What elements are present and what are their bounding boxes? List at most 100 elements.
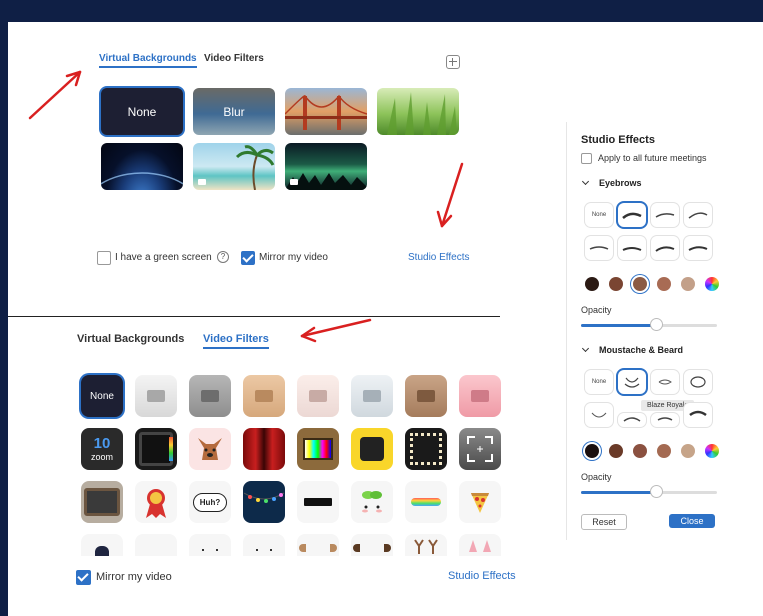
filter-award-ribbon[interactable] [135,481,177,523]
bear-ears-icon [299,544,337,552]
filter-emoji-frame[interactable] [351,428,393,470]
background-golden-gate[interactable] [285,88,367,135]
background-none[interactable]: None [101,88,183,135]
eyebrow-color-5[interactable] [681,277,695,291]
filter-speech-bubble[interactable]: Huh? [189,481,231,523]
eyebrow-style-5[interactable] [618,236,646,260]
filter-bear-ears[interactable] [297,534,339,556]
filter-tone-brown[interactable] [405,375,447,417]
mirror-video-checkbox-bottom[interactable] [76,570,91,585]
moustache-heading: Moustache & Beard [599,345,684,355]
eyebrow-color-1[interactable] [585,277,599,291]
moustache-style-6[interactable] [651,413,679,427]
filter-string-lights[interactable] [243,481,285,523]
huh-bubble: Huh? [192,492,228,512]
filter-tone-light[interactable] [135,375,177,417]
filter-tv-frame[interactable] [135,428,177,470]
eyebrow-style-2[interactable] [651,203,679,227]
moustache-none[interactable]: None [585,370,613,394]
mirror-video-checkbox-top[interactable] [241,251,255,265]
tab-video-filters-bottom[interactable]: Video Filters [203,333,269,349]
ribbon-icon [146,489,166,518]
filter-tone-blue[interactable] [351,375,393,417]
moustache-style-3[interactable] [684,370,712,394]
filter-pizza[interactable] [459,481,501,523]
background-none-label: None [127,104,157,119]
background-blur[interactable]: Blur [193,88,275,135]
eyebrow-color-3[interactable] [633,277,647,291]
moustache-style-7[interactable] [684,403,712,427]
eyebrow-color-rainbow[interactable] [705,277,719,291]
filter-tone-rose[interactable] [459,375,501,417]
beard-color-1[interactable] [585,444,599,458]
beard-opacity-label: Opacity [581,472,612,482]
filter-tone-pink[interactable] [297,375,339,417]
filter-tone-gray[interactable] [189,375,231,417]
beard-opacity-slider[interactable] [581,486,717,497]
filter-bulb-frame[interactable] [405,428,447,470]
filter-antlers[interactable] [405,534,447,556]
filter-row4-2[interactable] [135,534,177,556]
eyebrow-color-2[interactable] [609,277,623,291]
eyebrow-style-4[interactable] [585,236,613,260]
moustache-style-2[interactable] [651,370,679,394]
eyebrow-color-4[interactable] [657,277,671,291]
beard-color-3[interactable] [633,444,647,458]
tab-video-filters-top[interactable]: Video Filters [204,53,264,64]
apply-future-checkbox[interactable] [581,153,592,164]
eyebrow-opacity-knob[interactable] [651,319,662,330]
reset-button[interactable]: Reset [581,514,627,530]
eyebrow-style-6[interactable] [651,236,679,260]
filter-none[interactable]: None [81,375,123,417]
filter-rainbow-visor[interactable] [405,481,447,523]
background-aurora[interactable] [285,143,367,190]
eyebrow-style-1[interactable] [618,203,646,227]
chevron-down-icon[interactable] [581,344,590,353]
eyebrow-style-7[interactable] [684,236,712,260]
filter-theater-curtain[interactable] [243,428,285,470]
beard-opacity-knob[interactable] [651,486,662,497]
frame-image [139,432,173,466]
moustache-style-1[interactable] [618,370,646,394]
filter-dark-ears[interactable] [351,534,393,556]
close-button[interactable]: Close [669,514,715,528]
studio-effects-link-bottom[interactable]: Studio Effects [448,570,516,582]
beard-color-2[interactable] [609,444,623,458]
tab-virtual-backgrounds-top[interactable]: Virtual Backgrounds [99,53,197,68]
filter-focus-frame[interactable] [459,428,501,470]
beard-color-rainbow[interactable] [705,444,719,458]
background-beach[interactable] [193,143,275,190]
preview-icon [417,390,435,402]
green-screen-checkbox[interactable] [97,251,111,265]
moustache-style-4[interactable] [585,403,613,427]
filter-old-tv[interactable] [81,481,123,523]
filter-row4-3[interactable] [189,534,231,556]
help-icon[interactable]: ? [217,251,229,263]
filter-pixel-sunglasses[interactable] [297,481,339,523]
filter-sprout[interactable] [351,481,393,523]
tab-virtual-backgrounds-bottom[interactable]: Virtual Backgrounds [77,333,184,345]
beard-color-4[interactable] [657,444,671,458]
eyebrow-shape-icon [655,246,675,252]
filter-retro-tv[interactable] [297,428,339,470]
filter-cap[interactable] [81,534,123,556]
background-grass[interactable] [377,88,459,135]
eyebrow-none[interactable]: None [585,203,613,227]
eyebrow-opacity-slider[interactable] [581,319,717,330]
add-background-icon[interactable] [446,55,460,69]
filter-dog-ears[interactable] [189,428,231,470]
filter-pig-ears[interactable] [459,534,501,556]
eyebrow-shape-icon [622,212,642,219]
background-earth[interactable] [101,143,183,190]
background-blur-label: Blur [223,104,245,119]
studio-effects-link-top[interactable]: Studio Effects [408,252,470,263]
filter-zoom-ten[interactable]: 10 zoom [81,428,123,470]
lights-icon [244,492,284,503]
eyebrow-style-3[interactable] [684,203,712,227]
moustache-shape-icon [623,417,641,422]
filter-tone-peach[interactable] [243,375,285,417]
filter-row4-4[interactable] [243,534,285,556]
chevron-down-icon[interactable] [581,177,590,186]
beard-color-5[interactable] [681,444,695,458]
moustache-style-5[interactable] [618,413,646,427]
